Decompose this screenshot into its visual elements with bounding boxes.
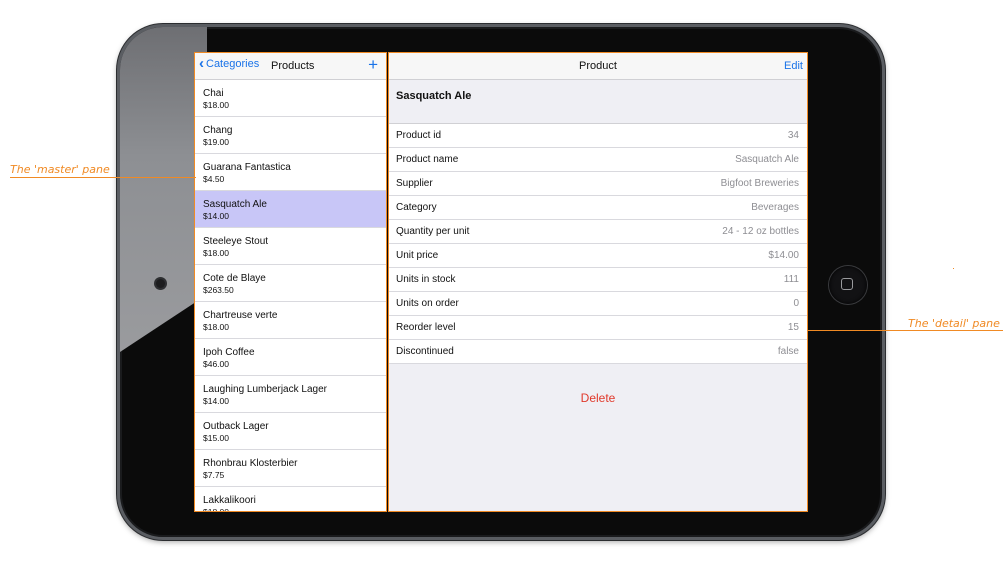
product-name: Sasquatch Ale	[203, 199, 267, 210]
product-list-item[interactable]: Laughing Lumberjack Lager $14.00	[195, 376, 386, 413]
field-value: Beverages	[751, 202, 799, 213]
product-name: Laughing Lumberjack Lager	[203, 384, 327, 395]
product-list-item[interactable]: Guarana Fantastica $4.50	[195, 154, 386, 191]
product-price: $14.00	[203, 211, 229, 221]
field-row: Product name Sasquatch Ale	[389, 148, 807, 172]
field-row: Category Beverages	[389, 196, 807, 220]
product-price: $19.00	[203, 137, 229, 147]
field-row: Discontinued false	[389, 340, 807, 364]
chevron-left-icon: ‹	[199, 55, 204, 72]
product-name: Chai	[203, 88, 224, 99]
field-label: Units on order	[396, 298, 459, 309]
field-label: Discontinued	[396, 346, 454, 357]
product-name: Chartreuse verte	[203, 310, 278, 321]
field-value: 34	[787, 130, 799, 141]
product-price: $18.00	[203, 322, 229, 332]
product-price: $46.00	[203, 359, 229, 369]
add-button[interactable]: +	[368, 56, 378, 73]
field-row: Product id 34	[389, 124, 807, 148]
field-row: Unit price $14.00	[389, 244, 807, 268]
product-name: Chang	[203, 125, 233, 136]
field-label: Product name	[396, 154, 459, 165]
product-list-item[interactable]: Chai $18.00	[195, 80, 386, 117]
product-list-item[interactable]: Cote de Blaye $263.50	[195, 265, 386, 302]
product-name: Lakkalikoori	[203, 495, 256, 506]
field-value: 15	[787, 322, 799, 333]
product-price: $15.00	[203, 433, 229, 443]
master-pane-annotation: The 'master' pane	[10, 163, 110, 176]
product-name: Steeleye Stout	[203, 236, 269, 247]
field-row: Supplier Bigfoot Breweries	[389, 172, 807, 196]
field-row: Units in stock 111	[389, 268, 807, 292]
product-name: Rhonbrau Klosterbier	[203, 458, 298, 469]
product-price: $263.50	[203, 285, 234, 295]
product-price: $18.00	[203, 507, 229, 512]
product-list-item[interactable]: Chang $19.00	[195, 117, 386, 154]
detail-title: Product	[579, 60, 617, 72]
field-value: $14.00	[768, 250, 799, 261]
field-row: Units on order 0	[389, 292, 807, 316]
edit-button[interactable]: Edit	[784, 60, 803, 72]
field-value: 111	[783, 274, 799, 285]
home-square-icon	[841, 278, 853, 290]
product-list-item[interactable]: Chartreuse verte $18.00	[195, 302, 386, 339]
master-navbar: ‹ Categories Products +	[195, 53, 386, 80]
product-price: $7.75	[203, 470, 225, 480]
field-label: Supplier	[396, 178, 433, 189]
product-list-item[interactable]: Rhonbrau Klosterbier $7.75	[195, 450, 386, 487]
product-list-item[interactable]: Ipoh Coffee $46.00	[195, 339, 386, 376]
product-name: Cote de Blaye	[203, 273, 266, 284]
field-value: false	[777, 346, 799, 357]
annotation-dot	[953, 268, 954, 269]
product-list-item[interactable]: Lakkalikoori $18.00	[195, 487, 386, 512]
product-list-item[interactable]: Steeleye Stout $18.00	[195, 228, 386, 265]
field-label: Product id	[396, 130, 442, 141]
product-name: Outback Lager	[203, 421, 269, 432]
product-price: $18.00	[203, 100, 229, 110]
product-list: Chai $18.00 Chang $19.00 Guarana Fantastica $…	[195, 80, 386, 512]
product-price: $4.50	[203, 174, 225, 184]
field-value: Sasquatch Ale	[735, 154, 799, 165]
field-row: Quantity per unit 24 - 12 oz bottles	[389, 220, 807, 244]
field-label: Units in stock	[396, 274, 456, 285]
field-value: 0	[793, 298, 799, 309]
field-label: Reorder level	[396, 322, 456, 333]
detail-pane-annotation: The 'detail' pane	[908, 317, 1000, 330]
field-row: Reorder level 15	[389, 316, 807, 340]
master-title: Products	[271, 60, 315, 72]
back-label: Categories	[206, 58, 260, 70]
delete-button[interactable]: Delete	[389, 391, 807, 405]
master-annotation-line	[10, 177, 196, 178]
back-button[interactable]: ‹ Categories	[199, 55, 260, 72]
field-label: Category	[396, 202, 437, 213]
master-pane: ‹ Categories Products + Chai $18.00 Chang $…	[194, 52, 387, 512]
field-value: 24 - 12 oz bottles	[722, 226, 799, 237]
home-button[interactable]	[829, 266, 867, 304]
product-name: Ipoh Coffee	[203, 347, 255, 358]
camera-icon	[156, 279, 165, 288]
detail-pane: Product Edit Sasquatch Ale Product id 34 P…	[388, 52, 808, 512]
field-label: Unit price	[396, 250, 439, 261]
field-label: Quantity per unit	[396, 226, 470, 237]
field-list: Product id 34 Product name Sasquatch Ale Sup…	[389, 124, 807, 364]
product-price: $18.00	[203, 248, 229, 258]
product-list-item[interactable]: Outback Lager $15.00	[195, 413, 386, 450]
product-list-item[interactable]: Sasquatch Ale $14.00	[195, 191, 386, 228]
detail-navbar: Product Edit	[389, 53, 807, 80]
product-name: Guarana Fantastica	[203, 162, 291, 173]
field-value: Bigfoot Breweries	[720, 178, 799, 189]
product-price: $14.00	[203, 396, 229, 406]
detail-annotation-line	[808, 330, 1003, 331]
product-header: Sasquatch Ale	[389, 80, 807, 124]
